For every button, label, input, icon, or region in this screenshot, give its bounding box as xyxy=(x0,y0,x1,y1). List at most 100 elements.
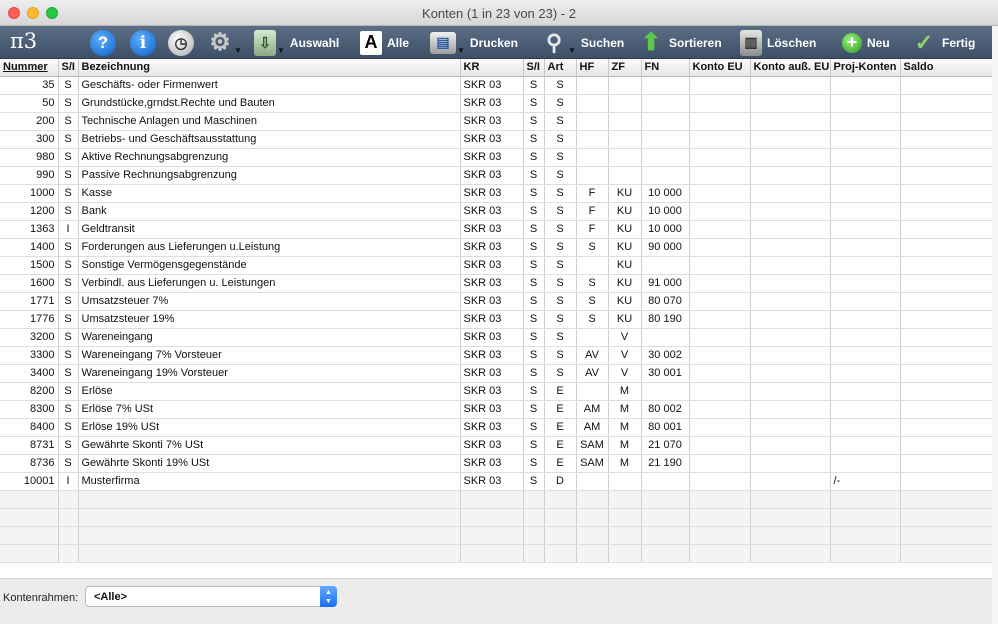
table-cell: M xyxy=(608,400,642,419)
table-row[interactable]: 990 S Passive Rechnungsabgrenzung SKR 03 S S xyxy=(0,166,998,185)
printer-icon: ▤ xyxy=(430,31,456,54)
help-button[interactable]: ? xyxy=(90,28,116,57)
table-cell xyxy=(641,130,690,149)
delete-button[interactable]: ▥ Löschen xyxy=(740,28,816,57)
column-header-konto-eu[interactable]: Konto EU xyxy=(689,59,751,77)
table-cell: S xyxy=(544,94,577,113)
table-cell: SKR 03 xyxy=(460,94,524,113)
kontenrahmen-select[interactable]: <Alle> ▲ ▼ xyxy=(85,586,337,607)
table-row[interactable]: 1363 I Geldtransit SKR 03 S S F KU 10 000 xyxy=(0,220,998,239)
table-row[interactable]: 1771 S Umsatzsteuer 7% SKR 03 S S S KU 80 070 xyxy=(0,292,998,311)
table-row[interactable]: 1200 S Bank SKR 03 S S F KU 10 000 xyxy=(0,202,998,221)
table-cell: V xyxy=(608,328,642,347)
search-button[interactable]: ⚲ ▼ Suchen xyxy=(541,28,624,57)
table-cell: S xyxy=(58,436,79,455)
table-cell: SKR 03 xyxy=(460,472,524,491)
column-header-proj-konten[interactable]: Proj-Konten xyxy=(830,59,901,77)
table-cell xyxy=(750,76,831,95)
table-cell: E xyxy=(544,418,577,437)
table-row[interactable]: 300 S Betriebs- und Geschäftsausstattung SK… xyxy=(0,130,998,149)
table-cell: S xyxy=(523,220,545,239)
column-header-saldo[interactable]: Saldo xyxy=(900,59,998,77)
column-header-si-2[interactable]: S/I xyxy=(523,59,545,77)
table-cell xyxy=(689,94,751,113)
table-cell: 80 001 xyxy=(641,418,690,437)
empty-cell xyxy=(608,544,642,563)
table-cell: 3200 xyxy=(0,328,59,347)
table-cell: SKR 03 xyxy=(460,346,524,365)
table-row[interactable]: 3200 S Wareneingang SKR 03 S S V xyxy=(0,328,998,347)
column-header-si[interactable]: S/I xyxy=(58,59,79,77)
table-row[interactable]: 50 S Grundstücke,grndst.Rechte und Bauten S… xyxy=(0,94,998,113)
table-row[interactable]: 3400 S Wareneingang 19% Vorsteuer SKR 03 S S A… xyxy=(0,364,998,383)
column-header-hf[interactable]: HF xyxy=(576,59,609,77)
history-button[interactable]: ◷ xyxy=(168,28,194,57)
up-arrow-icon: ⬆ xyxy=(640,29,662,56)
info-button[interactable]: i xyxy=(130,28,156,57)
table-cell xyxy=(830,292,901,311)
table-cell: AV xyxy=(576,346,609,365)
table-cell: KU xyxy=(608,310,642,329)
magnifier-icon: ⚲ xyxy=(545,29,563,55)
table-cell xyxy=(830,112,901,131)
empty-cell xyxy=(460,508,524,527)
table-row[interactable]: 1500 S Sonstige Vermögensgegenstände SKR 03… xyxy=(0,256,998,275)
table-cell xyxy=(900,256,998,275)
table-cell: Forderungen aus Lieferungen u.Leistung xyxy=(78,238,461,257)
table-cell xyxy=(900,436,998,455)
table-row[interactable]: 8400 S Erlöse 19% USt SKR 03 S E AM M 80 001 xyxy=(0,418,998,437)
settings-button[interactable]: ⚙ ▼ xyxy=(207,28,242,57)
accounts-table[interactable]: Nummer S/I Bezeichnung KR S/I Art HF ZF … xyxy=(0,59,998,578)
table-cell: SKR 03 xyxy=(460,454,524,473)
table-row[interactable]: 1600 S Verbindl. aus Lieferungen u. Leistu… xyxy=(0,274,998,293)
column-header-zf[interactable]: ZF xyxy=(608,59,642,77)
new-button[interactable]: + Neu xyxy=(842,28,890,57)
table-cell xyxy=(830,148,901,167)
table-row[interactable]: 1776 S Umsatzsteuer 19% SKR 03 S S S KU 80 190 xyxy=(0,310,998,329)
empty-cell xyxy=(641,526,690,545)
table-cell: S xyxy=(58,274,79,293)
table-cell: 1000 xyxy=(0,184,59,203)
table-row[interactable]: 10001 I Musterfirma SKR 03 S D /- xyxy=(0,472,998,491)
table-cell xyxy=(830,238,901,257)
column-header-fn[interactable]: FN xyxy=(641,59,690,77)
table-cell: 90 000 xyxy=(641,238,690,257)
table-row[interactable]: 8736 S Gewährte Skonti 19% USt SKR 03 S E SAM M… xyxy=(0,454,998,473)
table-cell xyxy=(641,256,690,275)
table-cell: KU xyxy=(608,238,642,257)
column-header-kr[interactable]: KR xyxy=(460,59,524,77)
table-row[interactable]: 1400 S Forderungen aus Lieferungen u.Leist… xyxy=(0,238,998,257)
table-cell: KU xyxy=(608,256,642,275)
print-button[interactable]: ▤ ▼ Drucken xyxy=(430,28,518,57)
table-row[interactable]: 8300 S Erlöse 7% USt SKR 03 S E AM M 80 002 xyxy=(0,400,998,419)
column-header-konto-aus-eu[interactable]: Konto auß. EU xyxy=(750,59,831,77)
table-row[interactable]: 1000 S Kasse SKR 03 S S F KU 10 000 xyxy=(0,184,998,203)
table-cell: 300 xyxy=(0,130,59,149)
table-cell xyxy=(608,112,642,131)
table-cell: S xyxy=(523,274,545,293)
empty-row xyxy=(0,490,998,509)
column-header-nummer[interactable]: Nummer xyxy=(0,59,59,77)
table-row[interactable]: 980 S Aktive Rechnungsabgrenzung SKR 03 S S xyxy=(0,148,998,167)
table-cell: SKR 03 xyxy=(460,418,524,437)
table-row[interactable]: 35 S Geschäfts- oder Firmenwert SKR 03 S S xyxy=(0,76,998,95)
table-cell xyxy=(576,256,609,275)
table-cell: KU xyxy=(608,202,642,221)
done-button[interactable]: ✓ Fertig xyxy=(911,28,976,57)
sort-button[interactable]: ⬆ Sortieren xyxy=(638,28,722,57)
table-row[interactable]: 3300 S Wareneingang 7% Vorsteuer SKR 03 S S AV… xyxy=(0,346,998,365)
select-button[interactable]: ⇩ ▼ Auswahl xyxy=(254,28,339,57)
table-cell xyxy=(750,130,831,149)
table-row[interactable]: 8200 S Erlöse SKR 03 S E M xyxy=(0,382,998,401)
table-cell: S xyxy=(544,202,577,221)
dropdown-arrow-icon: ▼ xyxy=(457,46,465,55)
empty-cell xyxy=(523,508,545,527)
table-cell: S xyxy=(544,310,577,329)
show-all-button[interactable]: A Alle xyxy=(360,28,409,57)
table-row[interactable]: 200 S Technische Anlagen und Maschinen SKR … xyxy=(0,112,998,131)
table-cell xyxy=(830,274,901,293)
column-header-art[interactable]: Art xyxy=(544,59,577,77)
column-header-bezeichnung[interactable]: Bezeichnung xyxy=(78,59,461,77)
table-row[interactable]: 8731 S Gewährte Skonti 7% USt SKR 03 S E SAM M 2… xyxy=(0,436,998,455)
clock-icon: ◷ xyxy=(168,29,194,56)
